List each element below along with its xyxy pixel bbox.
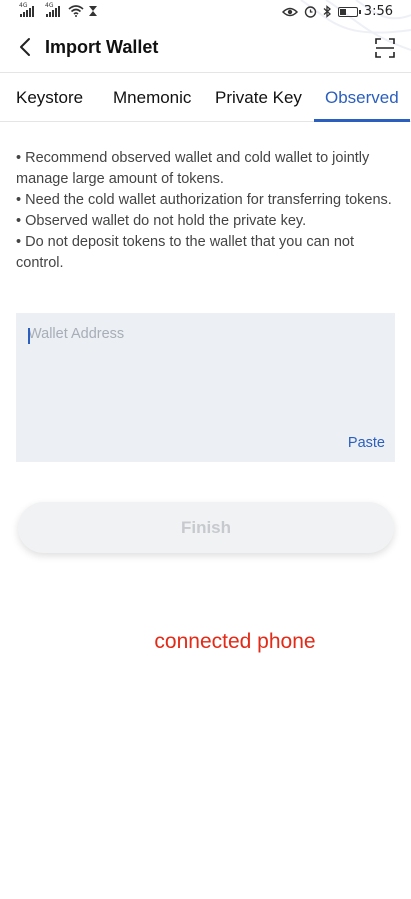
tip-item: • Need the cold wallet authorization for… — [16, 192, 392, 208]
tab-private-key[interactable]: Private Key — [215, 88, 302, 108]
observed-wallet-tips: • Recommend observed wallet and cold wal… — [16, 148, 396, 274]
import-method-tabs: Keystore Mnemonic Private Key Observed — [0, 72, 411, 122]
alarm-icon — [304, 6, 316, 18]
status-bar: 4G 4G 3:56 — [0, 0, 411, 26]
tip-item: • Do not deposit tokens to the wallet th… — [16, 234, 354, 271]
battery-icon — [337, 6, 361, 17]
app-header: Import Wallet — [0, 26, 411, 70]
page-title: Import Wallet — [45, 37, 159, 57]
signal-icon: 4G — [45, 2, 60, 17]
tip-item: • Recommend observed wallet and cold wal… — [16, 150, 370, 187]
tab-mnemonic[interactable]: Mnemonic — [113, 88, 191, 108]
wallet-address-box: Paste — [16, 313, 395, 462]
wifi-icon — [68, 5, 84, 17]
scan-icon[interactable] — [375, 38, 395, 58]
wallet-address-input[interactable] — [16, 313, 395, 462]
bluetooth-icon — [323, 5, 331, 18]
tab-observed[interactable]: Observed — [325, 88, 399, 108]
tab-keystore[interactable]: Keystore — [16, 88, 83, 108]
hourglass-icon — [89, 6, 97, 16]
status-time: 3:56 — [363, 4, 393, 19]
paste-button[interactable]: Paste — [348, 435, 385, 451]
text-cursor — [28, 328, 30, 344]
annotation-text: connected phone — [154, 630, 316, 653]
eye-icon — [281, 7, 298, 16]
tip-item: • Observed wallet do not hold the privat… — [16, 213, 307, 229]
active-tab-indicator — [314, 119, 410, 122]
finish-button[interactable]: Finish — [18, 502, 394, 553]
signal-icon: 4G — [19, 2, 34, 17]
back-arrow-icon[interactable] — [14, 36, 36, 58]
